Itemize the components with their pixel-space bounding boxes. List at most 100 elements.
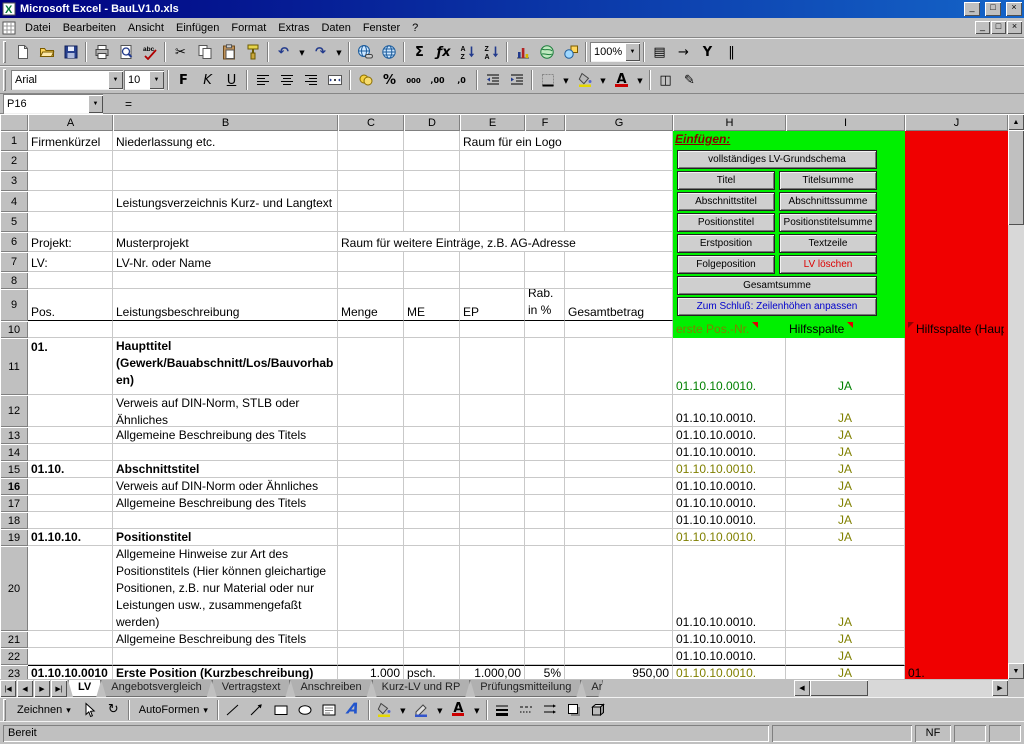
cell-A23[interactable]: 01.10.10.0010 [28,665,113,679]
cell-C17[interactable] [338,495,404,512]
cell-H14[interactable]: 01.10.10.0010. [673,444,786,461]
copy-button[interactable] [193,41,216,63]
cell-C18[interactable] [338,512,404,529]
cell-B6[interactable]: Musterprojekt [113,232,338,252]
cell-B14[interactable] [113,444,338,461]
cell-B9[interactable]: Leistungsbeschreibung [113,289,338,321]
sheet-tab-kurz-lv-und-rp[interactable]: Kurz-LV und RP [372,680,471,697]
row-header-18[interactable]: 18 [0,512,28,529]
select-all-corner[interactable] [0,114,28,131]
cell-J11[interactable] [905,338,1008,395]
cell-D22[interactable] [404,648,460,665]
close-button[interactable]: × [1006,2,1022,16]
font-color-button[interactable]: A [447,699,470,721]
workbook-restore-button[interactable]: □ [991,21,1006,34]
cell-E5[interactable] [460,212,525,232]
cell-C5[interactable] [338,212,404,232]
insert-hyperlink-button[interactable] [353,41,376,63]
cell-H19[interactable]: 01.10.10.0010. [673,529,786,546]
decrease-indent-button[interactable] [481,69,504,91]
cell-D14[interactable] [404,444,460,461]
row-header-8[interactable]: 8 [0,272,28,289]
cell-G18[interactable] [565,512,673,529]
cell-C20[interactable] [338,546,404,631]
custom-tool-2-button[interactable]: → [672,41,695,63]
cell-B12[interactable]: Verweis auf DIN-Norm, STLB oder Ähnliche… [113,395,338,427]
cell-E21[interactable] [460,631,525,648]
cell-I22[interactable]: JA [786,648,905,665]
sheet-tab-anschreiben[interactable]: Anschreiben [290,680,371,697]
cell-C1[interactable] [338,131,404,151]
new-document-button[interactable] [11,41,34,63]
spelling-button[interactable]: abc [138,41,161,63]
cell-J4[interactable] [905,191,1008,212]
cell-D4[interactable] [404,191,460,212]
dropdown-arrow-button[interactable]: ▼ [597,69,609,91]
cell-A1[interactable]: Firmenkürzel [28,131,113,151]
increase-indent-button[interactable] [505,69,528,91]
cell-C23[interactable]: 1.000 [338,665,404,679]
row-header-13[interactable]: 13 [0,427,28,444]
cell-J23[interactable]: 01. [905,665,1008,679]
panel-button-erstposition[interactable]: Erstposition [677,234,775,253]
cell-A3[interactable] [28,171,113,191]
cell-E19[interactable] [460,529,525,546]
cell-E16[interactable] [460,478,525,495]
cell-F16[interactable] [525,478,565,495]
font-size-combo[interactable]: 10 [124,70,164,90]
cell-E9[interactable]: EP [460,289,525,321]
arrow-button[interactable] [246,699,269,721]
cell-C21[interactable] [338,631,404,648]
cell-F20[interactable] [525,546,565,631]
cell-F7[interactable] [525,252,565,272]
cell-C10[interactable] [338,321,404,338]
menu-extras[interactable]: Extras [272,19,315,37]
cell-F11[interactable] [525,338,565,395]
cell-H12[interactable]: 01.10.10.0010. [673,395,786,427]
cell-E7[interactable] [460,252,525,272]
cell-J20[interactable] [905,546,1008,631]
cell-J14[interactable] [905,444,1008,461]
cell-D5[interactable] [404,212,460,232]
zoom-combo[interactable]: 100% [590,42,640,62]
cell-A7[interactable]: LV: [28,252,113,272]
sort-descending-button[interactable]: ZA [480,41,503,63]
underline-button[interactable]: U [220,69,243,91]
cell-A17[interactable] [28,495,113,512]
toolbar-handle[interactable] [3,699,6,721]
custom-tool-5-button[interactable]: ◫ [654,69,677,91]
cell-B18[interactable] [113,512,338,529]
menu-[interactable]: ? [406,19,424,37]
cut-button[interactable]: ✂ [169,41,192,63]
align-center-button[interactable] [275,69,298,91]
cell-F14[interactable] [525,444,565,461]
cell-A2[interactable] [28,151,113,171]
cell-C15[interactable] [338,461,404,478]
menu-einf-gen[interactable]: Einfügen [170,19,225,37]
sheet-tab-vertragstext[interactable]: Vertragstext [212,680,291,697]
menu-fenster[interactable]: Fenster [357,19,406,37]
column-header-D[interactable]: D [404,114,460,131]
cell-C6[interactable]: Raum für weitere Einträge, z.B. AG-Adres… [338,232,673,252]
cell-H20[interactable]: 01.10.10.0010. [673,546,786,631]
name-box-dropdown-icon[interactable] [88,95,103,113]
workbook-minimize-button[interactable]: _ [975,21,990,34]
cell-E12[interactable] [460,395,525,427]
column-header-I[interactable]: I [786,114,905,131]
row-header-2[interactable]: 2 [0,151,28,171]
borders-button[interactable] [536,69,559,91]
cell-J6[interactable] [905,232,1008,252]
cell-F13[interactable] [525,427,565,444]
cell-C13[interactable] [338,427,404,444]
name-box[interactable]: P16 [3,94,103,114]
cell-A16[interactable] [28,478,113,495]
cell-G15[interactable] [565,461,673,478]
zoom-combo-dropdown-icon[interactable] [625,43,640,61]
cell-G7[interactable] [565,252,673,272]
wordart-button[interactable]: A [342,699,365,721]
cell-B23[interactable]: Erste Position (Kurzbeschreibung) [113,665,338,679]
cell-H22[interactable]: 01.10.10.0010. [673,648,786,665]
increase-decimal-button[interactable]: ,00 [426,69,449,91]
cell-A11[interactable]: 01. [28,338,113,395]
scroll-left-icon[interactable] [794,680,810,696]
